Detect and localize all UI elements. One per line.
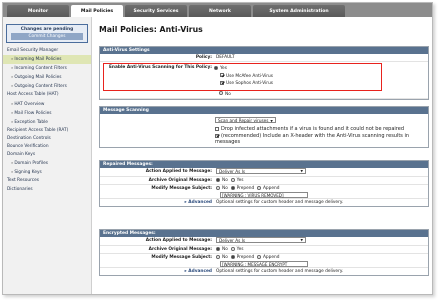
scan-mode-select[interactable]: Scan and Repair viruses ▼ xyxy=(215,117,276,123)
chevron-down-icon: ▼ xyxy=(300,169,303,173)
policy-row: Policy: DEFAULT xyxy=(100,54,428,62)
nav-item-dictionaries[interactable]: Dictionaries xyxy=(3,186,91,194)
tab-mail-policies[interactable]: Mail Policies xyxy=(71,5,123,17)
nav-item-domain-profiles[interactable]: »Domain Profiles xyxy=(3,159,91,168)
repaired-subject-input[interactable]: [WARNING : VIRUS REMOVED] xyxy=(220,192,308,198)
tab-system-administration[interactable]: System Administration xyxy=(253,5,345,17)
repaired-action-select[interactable]: Deliver As Is ▼ xyxy=(216,168,306,174)
nav-heading-email-security-manager[interactable]: Email Security Manager xyxy=(3,47,91,55)
advanced-link[interactable]: ▸ Advanced xyxy=(100,199,216,206)
app-window: Monitor Mail Policies Security Services … xyxy=(2,2,433,295)
tab-monitor[interactable]: Monitor xyxy=(7,5,69,17)
append-radio[interactable] xyxy=(256,254,261,259)
arrow-icon: » xyxy=(11,109,14,115)
drop-attachments-checkbox[interactable] xyxy=(215,126,219,131)
nav-item-incoming-content-filters[interactable]: »Incoming Content Filters xyxy=(3,64,91,73)
nav-item-signing-keys[interactable]: »Signing Keys xyxy=(3,168,91,177)
archive-no-radio[interactable] xyxy=(216,246,220,251)
prepend-radio[interactable] xyxy=(230,185,235,190)
tab-network[interactable]: Network xyxy=(189,5,251,17)
tab-security-services[interactable]: Security Services xyxy=(125,5,187,17)
advanced-description: Optional settings for custom header and … xyxy=(216,199,344,205)
section-header: Message Scanning xyxy=(100,107,428,114)
arrow-icon: » xyxy=(11,100,14,106)
append-radio[interactable] xyxy=(256,185,261,190)
policy-value: DEFAULT xyxy=(216,55,235,60)
arrow-icon: » xyxy=(11,65,14,71)
action-label: Action Applied to Message: xyxy=(145,238,212,243)
sophos-checkbox[interactable] xyxy=(220,80,224,85)
nav-item-mail-flow-policies[interactable]: »Mail Flow Policies xyxy=(3,109,91,118)
encrypted-messages-panel: Encrypted Messages: Action Applied to Me… xyxy=(99,229,429,276)
arrow-icon: » xyxy=(11,74,14,80)
nav-item-outgoing-mail-policies[interactable]: »Outgoing Mail Policies xyxy=(3,73,91,82)
xheader-checkbox[interactable] xyxy=(215,133,219,138)
policy-label: Policy: xyxy=(195,55,212,60)
pending-title: Changes are pending xyxy=(20,27,74,32)
action-label: Action Applied to Message: xyxy=(145,169,212,174)
modify-no-radio[interactable] xyxy=(216,254,220,259)
arrow-icon: » xyxy=(11,118,14,124)
top-tab-bar: Monitor Mail Policies Security Services … xyxy=(3,3,432,17)
arrow-icon: » xyxy=(11,83,14,89)
encrypted-action-select[interactable]: Deliver As Is ▼ xyxy=(216,237,306,243)
message-scanning-panel: Message Scanning Scan and Repair viruses… xyxy=(99,106,429,148)
section-header: Encrypted Messages: xyxy=(100,230,428,237)
no-radio[interactable] xyxy=(219,91,223,96)
no-row: No xyxy=(100,91,428,99)
chevron-down-icon: ▼ xyxy=(300,238,303,242)
nav-item-bounce-verification[interactable]: Bounce Verification xyxy=(3,143,91,151)
nav-item-hat-overview[interactable]: »HAT Overview xyxy=(3,100,91,109)
nav-item-exception-table[interactable]: »Exception Table xyxy=(3,118,91,127)
yes-radio[interactable] xyxy=(214,65,218,70)
section-header: Repaired Messages: xyxy=(100,161,428,168)
advanced-description: Optional settings for custom header and … xyxy=(216,268,344,274)
sidebar-nav: Email Security Manager »Incoming Mail Po… xyxy=(3,47,91,194)
enable-antivirus-highlight: Enable Anti-Virus Scanning for This Poli… xyxy=(103,63,382,91)
sidebar: Changes are pending Commit Changes Email… xyxy=(3,17,92,294)
prepend-radio[interactable] xyxy=(230,254,235,259)
nav-heading-hat[interactable]: Host Access Table (HAT) xyxy=(3,91,91,99)
nav-item-rat[interactable]: Recipient Access Table (RAT) xyxy=(3,127,91,135)
main-content: Mail Policies: Anti-Virus Anti-Virus Set… xyxy=(93,17,432,294)
nav-heading-domain-keys[interactable]: Domain Keys xyxy=(3,151,91,159)
arrow-icon: » xyxy=(11,56,14,62)
modify-no-radio[interactable] xyxy=(216,185,220,190)
enable-antivirus-label: Enable Anti-Virus Scanning for This Poli… xyxy=(108,65,212,70)
arrow-icon: » xyxy=(11,169,14,175)
nav-item-outgoing-content-filters[interactable]: »Outgoing Content Filters xyxy=(3,82,91,91)
archive-no-radio[interactable] xyxy=(216,177,220,182)
nav-item-incoming-mail-policies[interactable]: »Incoming Mail Policies xyxy=(3,55,91,65)
antivirus-settings-panel: Anti-Virus Settings Policy: DEFAULT Enab… xyxy=(99,46,429,100)
arrow-icon: » xyxy=(11,160,14,166)
advanced-link[interactable]: ▸ Advanced xyxy=(100,268,216,275)
archive-yes-radio[interactable] xyxy=(230,177,235,182)
chevron-down-icon: ▼ xyxy=(270,119,273,123)
encrypted-subject-input[interactable]: [WARNING : MESSAGE ENCRYPT xyxy=(220,261,308,267)
commit-changes-button[interactable]: Commit Changes xyxy=(11,33,83,40)
archive-label: Archive Original Message: xyxy=(148,247,212,252)
page-title: Mail Policies: Anti-Virus xyxy=(99,25,203,34)
repaired-messages-panel: Repaired Messages: Action Applied to Mes… xyxy=(99,160,429,207)
pending-changes-box: Changes are pending Commit Changes xyxy=(6,24,88,43)
section-header: Anti-Virus Settings xyxy=(100,47,428,54)
modify-subject-label: Modify Message Subject: xyxy=(151,255,212,260)
modify-subject-label: Modify Message Subject: xyxy=(151,186,212,191)
nav-item-text-resources[interactable]: Text Resources xyxy=(3,177,91,185)
archive-yes-radio[interactable] xyxy=(230,246,235,251)
nav-item-destination-controls[interactable]: Destination Controls xyxy=(3,135,91,143)
archive-label: Archive Original Message: xyxy=(148,178,212,183)
mcafee-checkbox[interactable] xyxy=(220,73,224,78)
